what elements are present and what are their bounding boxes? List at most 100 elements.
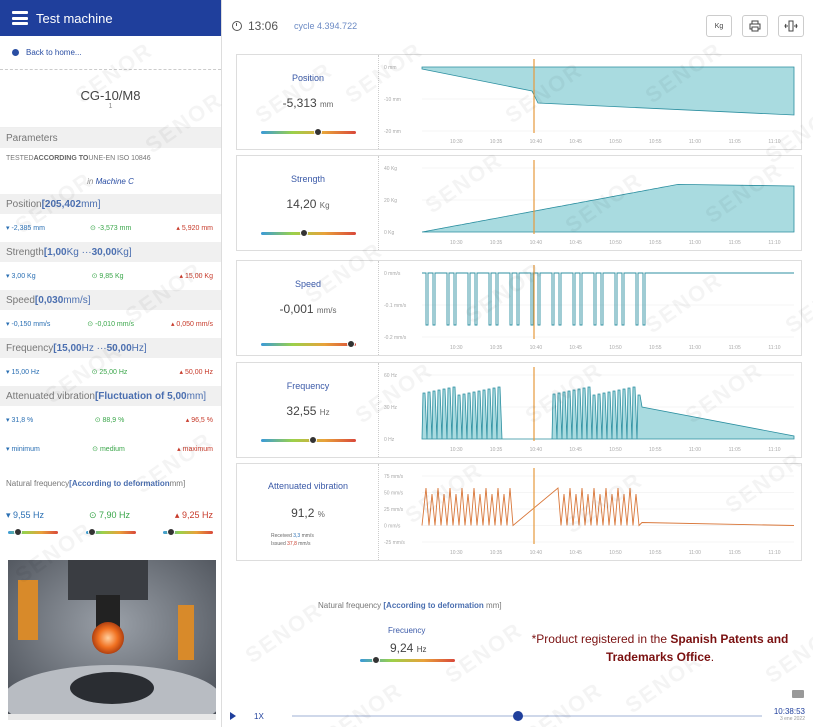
- panel-value: -5,313 mm: [237, 96, 379, 110]
- tested-prefix: TESTED: [6, 154, 34, 162]
- panel-slider[interactable]: [261, 340, 356, 348]
- x-tick-label: 10:45: [569, 345, 582, 351]
- panel-title: Frequency: [286, 381, 330, 391]
- section-values: ▾ 15,00 Hz ⊙ 25,00 Hz ▴ 50,00 Hz: [0, 358, 221, 386]
- x-tick-label: 10:30: [450, 447, 463, 453]
- x-tick-label: 10:55: [649, 447, 662, 453]
- chart-panel: Speed -0,001 mm/s 0 mm/s -0.1 mm/s -0.2 mm/s…: [236, 260, 802, 356]
- section-head-unit2: Kg]: [116, 246, 132, 258]
- panel-slider-handle[interactable]: [309, 436, 317, 444]
- back-icon: [12, 49, 19, 56]
- sensor-right: [178, 605, 194, 660]
- section-values: ▾ -2,385 mm ⊙ -3,573 mm ▴ 5,920 mm: [0, 214, 221, 242]
- timeline-handle[interactable]: [513, 711, 523, 721]
- video-camera-icon[interactable]: [792, 690, 804, 698]
- panel-value: 14,20 Kg: [237, 197, 379, 211]
- section-heading: Position [205,402 mm]: [0, 194, 221, 214]
- section-min: ▾ -0,150 mm/s: [6, 321, 51, 328]
- watermark: SENOR: [441, 617, 528, 689]
- x-tick-label: 10:50: [609, 240, 622, 246]
- clock-time: 13:06: [248, 19, 279, 33]
- chart-panel: Attenuated vibration 91,2 % Received 3,3 m…: [236, 463, 802, 561]
- x-tick-label: 10:40: [530, 345, 543, 351]
- x-tick-label: 10:40: [530, 447, 543, 453]
- panel-slider-handle[interactable]: [300, 229, 308, 237]
- section-head-unit2: Hz]: [131, 342, 147, 354]
- expand-icon: [784, 20, 798, 32]
- section-min: ▾ -2,385 mm: [6, 225, 45, 232]
- x-tick-label: 11:00: [689, 139, 701, 145]
- section-heading: Frequency [15,00 Hz ··· 50,00 Hz]: [0, 338, 221, 358]
- y-tick-label: 30 Hz: [384, 405, 398, 411]
- section-avg-value: -0,010 mm/s: [95, 321, 135, 328]
- x-tick-label: 10:30: [450, 550, 463, 556]
- panel-chart: 60 Hz 30 Hz 0 Hz 10:30 10:35 10:40 10:45 10:50 1…: [384, 367, 795, 453]
- y-tick-label: 60 Hz: [384, 373, 398, 379]
- received-label: Received: [271, 533, 292, 539]
- section-avg-value: 25,00 Hz: [99, 369, 128, 376]
- nat-min-value: 9,55 Hz: [13, 509, 45, 520]
- nat-avg: ⊙ 7,90 Hz: [88, 509, 131, 520]
- section-avg: ⊙ 88,9 %: [94, 417, 125, 424]
- x-tick-label: 10:35: [490, 240, 503, 246]
- frequency-series: [421, 386, 795, 440]
- section-max-value: 96,5 %: [191, 417, 213, 424]
- expand-button[interactable]: [778, 15, 804, 37]
- camera-scrollbar[interactable]: [8, 714, 216, 720]
- panel-slider[interactable]: [261, 128, 356, 136]
- section-values: ▾ 31,8 % ⊙ 88,9 % ▴ 96,5 %: [0, 406, 221, 434]
- panel-value-unit: Hz: [319, 408, 330, 417]
- x-tick-label: 10:55: [649, 345, 662, 351]
- issued-unit: mm/s: [298, 541, 311, 547]
- section-head-text: Speed: [6, 294, 35, 306]
- nf-slider-handle[interactable]: [372, 656, 380, 664]
- panel-value-unit: mm/s: [316, 306, 337, 315]
- back-label: Back to home...: [26, 48, 82, 57]
- section-values: ▾ -0,150 mm/s ⊙ -0,010 mm/s ▴ 0,050 mm/s: [0, 310, 221, 338]
- unit-button[interactable]: Kg: [706, 15, 732, 37]
- section-avg-value: -3,573 mm: [97, 225, 132, 232]
- tested-bold: ACCORDING TO: [33, 154, 89, 162]
- machine-link[interactable]: Machine C: [96, 177, 134, 186]
- y-tick-label: -10 mm: [384, 97, 401, 103]
- nat-min-slider[interactable]: [8, 528, 58, 536]
- tested-std: UNE-EN ISO 10846: [88, 154, 151, 162]
- x-tick-label: 10:55: [649, 139, 662, 145]
- nat-avg-slider[interactable]: [85, 528, 136, 536]
- timeline-track[interactable]: [292, 711, 762, 721]
- parameters-heading: Parameters: [0, 128, 221, 148]
- issued-label: Issued: [271, 541, 286, 547]
- section-avg: ⊙ -3,573 mm: [90, 225, 132, 232]
- panel-slider[interactable]: [261, 229, 356, 237]
- print-button[interactable]: [742, 15, 768, 37]
- section-min-value: -0,150 mm/s: [11, 321, 51, 328]
- section-max: ▴ 96,5 %: [185, 417, 213, 424]
- x-tick-label: 10:30: [450, 345, 463, 351]
- section-head-unit: mm]: [186, 390, 207, 402]
- x-tick-label: 10:55: [649, 240, 662, 246]
- x-tick-label: 10:30: [450, 240, 463, 246]
- received-rate: Received 3,3 mm/s: [271, 533, 314, 539]
- cycle-counter: cycle 4.394.722: [294, 21, 358, 31]
- playback-speed[interactable]: 1X: [254, 712, 264, 721]
- reg-prefix: *Product registered in the: [531, 632, 671, 646]
- level-min: ▾ minimum: [6, 446, 40, 453]
- section-head-text: Attenuated vibration: [6, 390, 95, 402]
- panel-slider-handle[interactable]: [347, 340, 355, 348]
- section-head-unit: mm/s]: [63, 294, 91, 306]
- section-min-value: 31,8 %: [11, 417, 34, 424]
- section-head-bold: [1,00: [43, 246, 67, 258]
- back-to-home-link[interactable]: Back to home...: [0, 36, 221, 70]
- nat-max-slider[interactable]: [163, 528, 213, 536]
- panel-slider[interactable]: [261, 436, 356, 444]
- brand-header[interactable]: Test machine: [0, 0, 221, 36]
- play-icon[interactable]: [230, 712, 236, 720]
- panel-slider-handle[interactable]: [314, 128, 322, 136]
- panel-title: Speed: [294, 279, 322, 289]
- base-center: [70, 672, 154, 704]
- natural-frequency-slider[interactable]: [360, 656, 455, 664]
- camera-feed[interactable]: [8, 560, 216, 720]
- section-head-unit: Hz ···: [81, 342, 107, 354]
- natural-frequency-value: 9,24 Hz: [390, 641, 426, 655]
- section-avg: ⊙ 9,85 Kg: [91, 273, 124, 280]
